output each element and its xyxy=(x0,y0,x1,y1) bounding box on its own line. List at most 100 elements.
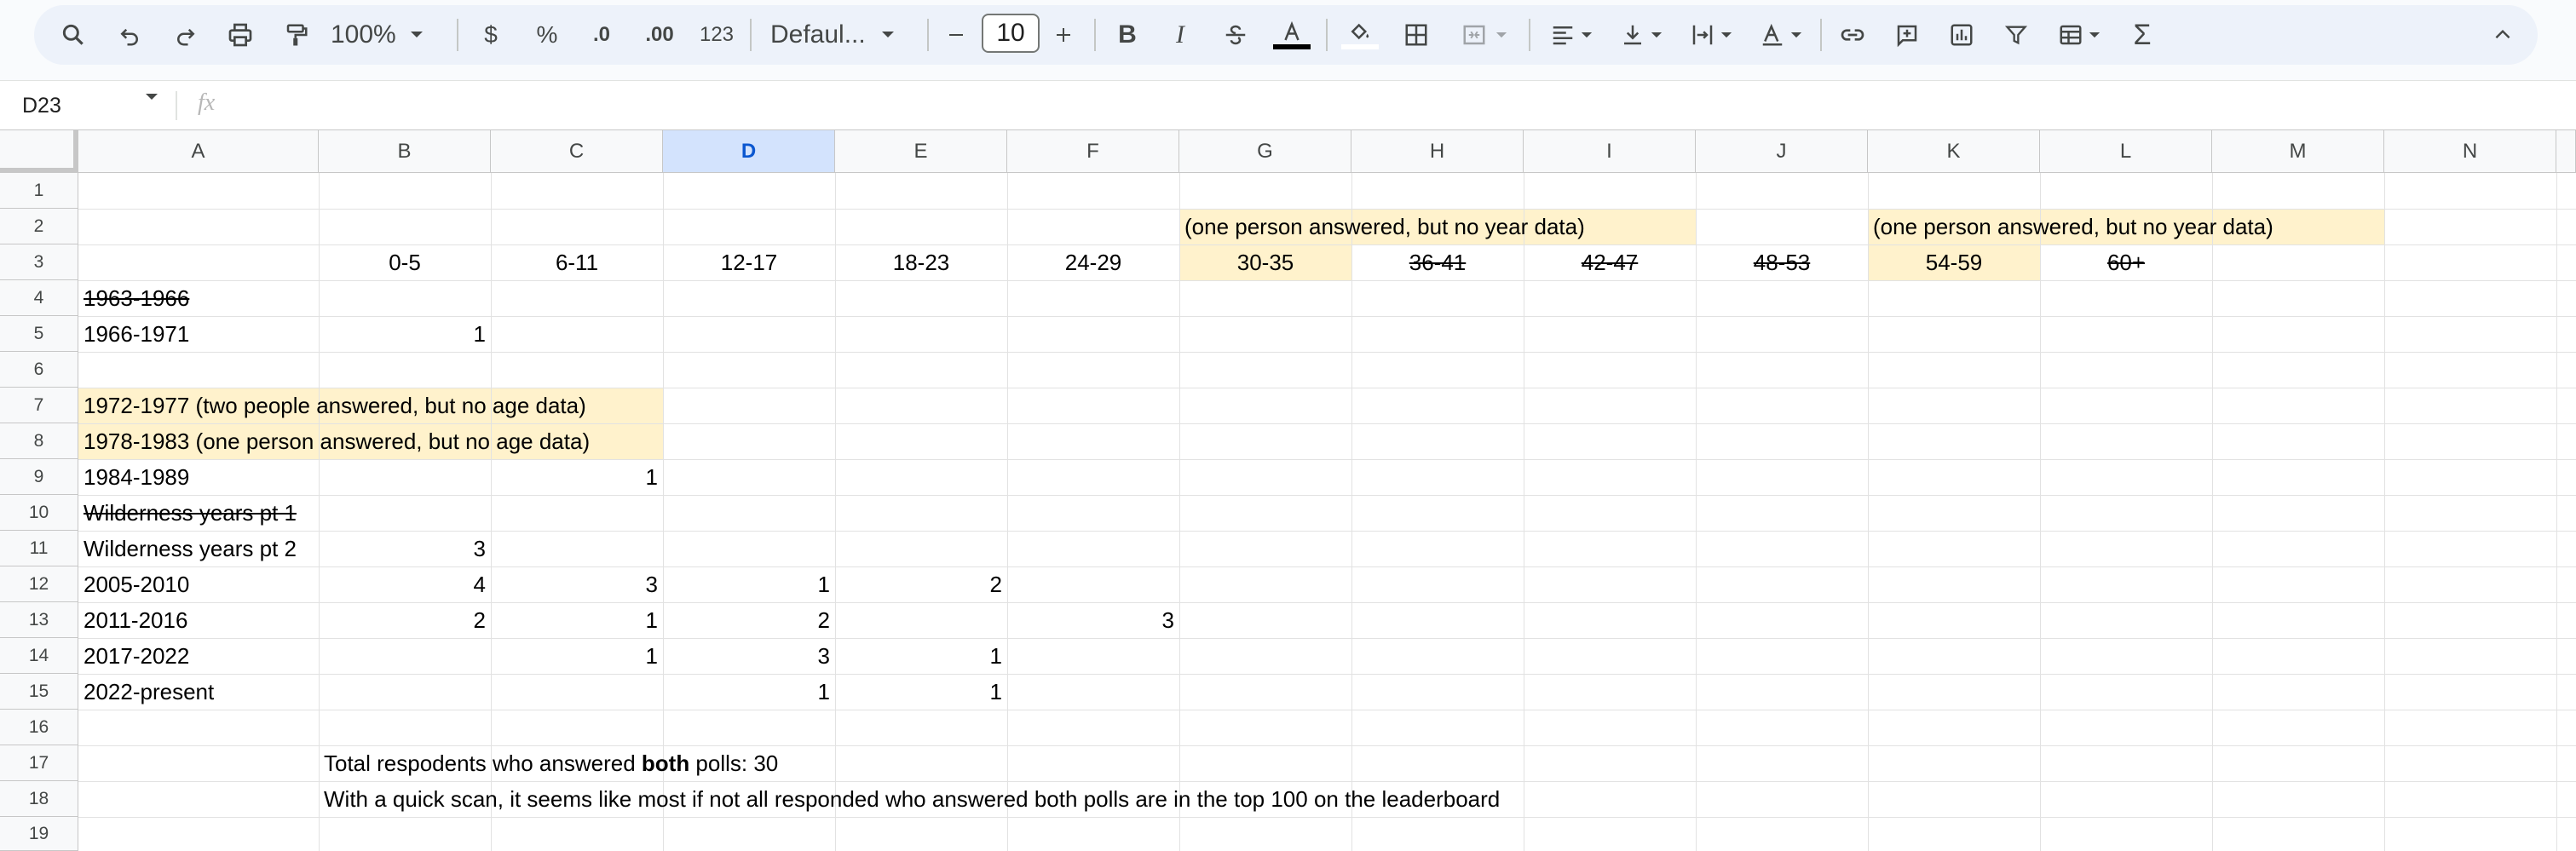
row-header[interactable]: 6 xyxy=(0,352,78,388)
cell-d3[interactable]: 12-17 xyxy=(663,244,835,280)
functions-icon[interactable]: Σ xyxy=(2120,9,2164,61)
cell-b3[interactable]: 0-5 xyxy=(319,244,491,280)
select-all-corner[interactable] xyxy=(0,130,78,173)
row-header[interactable]: 16 xyxy=(0,710,78,745)
column-header-b[interactable]: B xyxy=(319,130,491,173)
row-header[interactable]: 8 xyxy=(0,423,78,459)
cell-e11[interactable]: 2 xyxy=(835,566,1007,602)
cell-a7[interactable]: 1978-1983 (one person answered, but no a… xyxy=(78,423,663,459)
search-menus-icon[interactable] xyxy=(51,9,95,61)
row-header[interactable]: 12 xyxy=(0,566,78,602)
column-header-e[interactable]: E xyxy=(835,130,1007,173)
cell-e14[interactable]: 1 xyxy=(835,674,1007,710)
italic-icon[interactable]: I xyxy=(1159,9,1202,61)
row-header[interactable]: 15 xyxy=(0,674,78,710)
row-header[interactable]: 10 xyxy=(0,495,78,531)
bold-icon[interactable]: B xyxy=(1106,9,1149,61)
currency-format-button[interactable]: $ xyxy=(474,9,508,61)
cell-f3[interactable]: 24-29 xyxy=(1007,244,1179,280)
column-header-d[interactable]: D xyxy=(663,130,835,173)
strikethrough-icon[interactable] xyxy=(1213,9,1258,61)
cell-b5[interactable]: 1 xyxy=(319,316,491,352)
row-header[interactable]: 3 xyxy=(0,244,78,280)
cell-b11[interactable]: 4 xyxy=(319,566,491,602)
cell-c8[interactable]: 1 xyxy=(491,459,663,495)
column-header-m[interactable]: M xyxy=(2212,130,2384,173)
cell-a14[interactable]: 2022-present xyxy=(78,674,319,710)
cell-k2[interactable]: (one person answered, but no year data) xyxy=(1868,209,2384,244)
column-header-j[interactable]: J xyxy=(1696,130,1868,173)
insert-chart-icon[interactable] xyxy=(1939,9,1984,61)
cell-a5[interactable]: 1966-1971 xyxy=(78,316,319,352)
row-header[interactable]: 1 xyxy=(0,173,78,209)
cell-i3[interactable]: 42-47 xyxy=(1524,244,1696,280)
cell-d11[interactable]: 1 xyxy=(663,566,835,602)
cell-g3[interactable]: 30-35 xyxy=(1179,244,1351,280)
cell-k3[interactable]: 54-59 xyxy=(1868,244,2040,280)
column-header-a[interactable]: A xyxy=(78,130,319,173)
redo-icon[interactable] xyxy=(164,9,208,61)
column-header-h[interactable]: H xyxy=(1351,130,1524,173)
cell-b12[interactable]: 2 xyxy=(319,602,491,638)
merge-cells-icon[interactable] xyxy=(1450,9,1517,61)
cell-d12[interactable]: 2 xyxy=(663,602,835,638)
cell-a13[interactable]: 2017-2022 xyxy=(78,638,319,674)
row-header[interactable]: 7 xyxy=(0,388,78,423)
cell-c3[interactable]: 6-11 xyxy=(491,244,663,280)
cell-d14[interactable]: 1 xyxy=(663,674,835,710)
text-rotation-icon[interactable] xyxy=(1750,9,1812,61)
borders-icon[interactable] xyxy=(1394,9,1438,61)
column-header-n[interactable]: N xyxy=(2384,130,2556,173)
filter-icon[interactable] xyxy=(1994,9,2038,61)
zoom-select[interactable]: 100% xyxy=(331,9,433,61)
fill-color-icon[interactable] xyxy=(1338,9,1382,61)
increase-decimal-button[interactable]: .00 xyxy=(636,9,683,61)
cell-e13[interactable]: 1 xyxy=(835,638,1007,674)
row-header[interactable]: 5 xyxy=(0,316,78,352)
cell-a8[interactable]: 1984-1989 xyxy=(78,459,319,495)
cell-a4[interactable]: 1963-1966 xyxy=(78,280,319,316)
vertical-align-icon[interactable] xyxy=(1611,9,1672,61)
font-family-select[interactable]: Defaul... xyxy=(770,9,907,61)
cell-c13[interactable]: 1 xyxy=(491,638,663,674)
cell-b10[interactable]: 3 xyxy=(319,531,491,566)
cell-a10[interactable]: Wilderness years pt 2 xyxy=(78,531,319,566)
column-header-f[interactable]: F xyxy=(1007,130,1179,173)
row-header[interactable]: 19 xyxy=(0,817,78,851)
column-header-l[interactable]: L xyxy=(2040,130,2212,173)
row-header[interactable]: 17 xyxy=(0,745,78,781)
row-header[interactable]: 2 xyxy=(0,209,78,244)
row-header[interactable]: 9 xyxy=(0,459,78,495)
cell-c12[interactable]: 1 xyxy=(491,602,663,638)
cell-a9[interactable]: Wilderness years pt 1 xyxy=(78,495,419,531)
cell-l3[interactable]: 60+ xyxy=(2040,244,2212,280)
sheet-grid[interactable]: A B C D E F G H I J K L M N 1 2 3 4 5 6 … xyxy=(0,129,2576,851)
row-header[interactable]: 4 xyxy=(0,280,78,316)
text-color-icon[interactable] xyxy=(1270,9,1314,61)
insert-link-icon[interactable] xyxy=(1830,9,1875,61)
chevron-down-icon[interactable] xyxy=(145,93,158,101)
cell-e3[interactable]: 18-23 xyxy=(835,244,1007,280)
text-wrapping-icon[interactable] xyxy=(1680,9,1742,61)
row-header[interactable]: 18 xyxy=(0,781,78,817)
collapse-toolbar-icon[interactable] xyxy=(2481,9,2524,61)
percent-format-button[interactable]: % xyxy=(528,9,566,61)
row-header[interactable]: 11 xyxy=(0,531,78,566)
cell-g2[interactable]: (one person answered, but no year data) xyxy=(1179,209,1696,244)
formula-input[interactable] xyxy=(247,89,2548,122)
paint-format-icon[interactable] xyxy=(274,9,319,61)
cell-b17[interactable]: Total respodents who answered both polls… xyxy=(319,745,1341,781)
cell-h3[interactable]: 36-41 xyxy=(1351,244,1524,280)
column-header-i[interactable]: I xyxy=(1524,130,1696,173)
column-header-g[interactable]: G xyxy=(1179,130,1351,173)
column-header-c[interactable]: C xyxy=(491,130,663,173)
row-header[interactable]: 14 xyxy=(0,638,78,674)
cell-a6[interactable]: 1972-1977 (two people answered, but no a… xyxy=(78,388,663,423)
name-box[interactable]: D23 xyxy=(22,88,61,124)
row-header[interactable]: 13 xyxy=(0,602,78,638)
cell-a12[interactable]: 2011-2016 xyxy=(78,602,319,638)
undo-icon[interactable] xyxy=(107,9,152,61)
insert-comment-icon[interactable] xyxy=(1885,9,1929,61)
print-icon[interactable] xyxy=(218,9,262,61)
cell-d13[interactable]: 3 xyxy=(663,638,835,674)
